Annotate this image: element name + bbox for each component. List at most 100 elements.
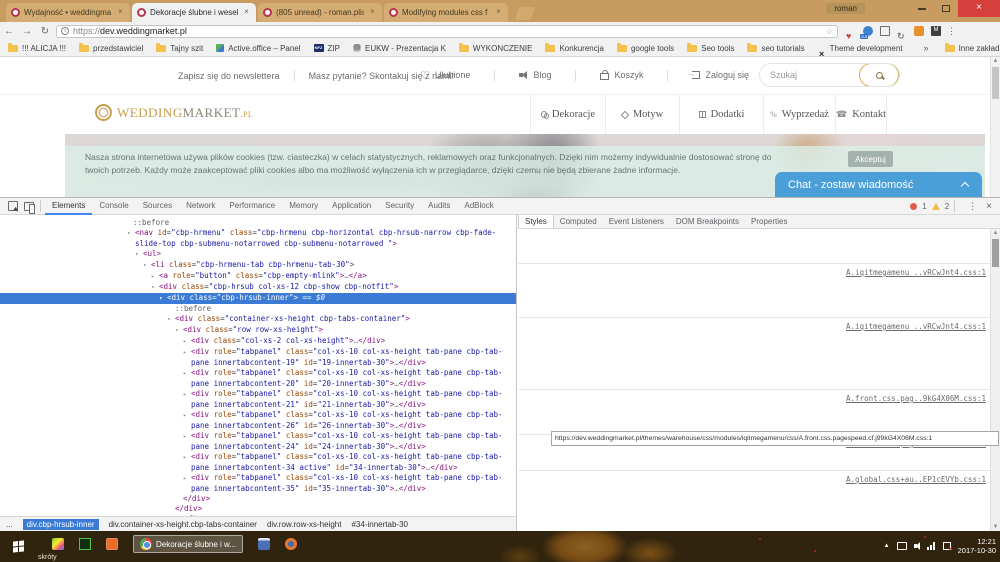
style-line[interactable]: [522, 403, 986, 412]
taskbar-clock[interactable]: 12:21 2017-10-30: [958, 537, 996, 555]
dom-tree-line[interactable]: ▸<div role="tabpanel" class="col-xs-10 c…: [0, 431, 516, 452]
action-center-flag-icon[interactable]: [943, 542, 951, 550]
cart-link[interactable]: Koszyk: [600, 70, 643, 80]
start-button[interactable]: [7, 536, 29, 557]
sidebar-tab[interactable]: Styles: [518, 215, 554, 228]
browser-tab[interactable]: Modifying modules css f: [384, 3, 508, 22]
taskbar-app[interactable]: [79, 538, 91, 550]
menu-item[interactable]: Dekoracje: [530, 95, 605, 134]
devtools-tab[interactable]: Application: [325, 198, 378, 215]
dom-tree-line[interactable]: ::before: [0, 304, 516, 314]
extension-icon[interactable]: [897, 26, 907, 36]
extension-icon[interactable]: [914, 26, 924, 36]
bookmark-item[interactable]: EUKW - Prezentacja K: [353, 44, 446, 53]
style-line[interactable]: [522, 448, 986, 457]
dom-tree-line[interactable]: ▾<ul>: [0, 249, 516, 260]
menu-item[interactable]: Dodatki: [679, 95, 763, 134]
tray-expand-icon[interactable]: ▲: [884, 543, 890, 549]
favorites-link[interactable]: Ulubione: [420, 69, 470, 82]
page-scrollbar[interactable]: ▲: [990, 57, 1000, 197]
address-bar[interactable]: https://dev.weddingmarket.pl: [56, 25, 838, 38]
style-line[interactable]: [522, 493, 986, 502]
dom-tree-line[interactable]: </div>: [0, 504, 516, 514]
bookmark-item[interactable]: Theme development: [818, 44, 903, 53]
new-tab-button[interactable]: [515, 7, 535, 20]
menu-item[interactable]: Wyprzedaż: [763, 95, 835, 134]
taskbar-toolbar-label[interactable]: skróty: [38, 554, 57, 561]
devtools-tab[interactable]: Security: [378, 198, 421, 215]
style-line[interactable]: [518, 389, 990, 390]
dom-tree-line[interactable]: ▸<div role="tabpanel" class="col-xs-10 c…: [0, 368, 516, 389]
sidebar-tab[interactable]: Computed: [554, 215, 603, 228]
style-line[interactable]: [522, 421, 986, 430]
style-line[interactable]: [522, 232, 986, 241]
browser-tab[interactable]: Dekoracje ślubne i wesel: [132, 3, 256, 22]
style-line[interactable]: [522, 295, 986, 304]
style-line[interactable]: [522, 358, 986, 367]
breadcrumb[interactable]: div.container-xs-height.cbp-tabs-contain…: [109, 520, 257, 529]
style-line[interactable]: [522, 457, 986, 466]
back-icon[interactable]: ←: [0, 26, 18, 37]
dom-tree-line[interactable]: ▾<div class="container-xs-height cbp-tab…: [0, 314, 516, 325]
sidebar-tab[interactable]: DOM Breakpoints: [670, 215, 745, 228]
taskbar-app[interactable]: Dekoracje ślubne i w...: [133, 535, 243, 553]
scrollbar-thumb[interactable]: [992, 67, 999, 99]
extension-icon[interactable]: [880, 26, 890, 36]
style-line[interactable]: A.iqitmegamenu_..vRCwJnt4.css:1: [522, 268, 986, 277]
style-line[interactable]: [522, 349, 986, 358]
dom-tree-line[interactable]: ▾<div class="cbp-hrsub col-xs-12 cbp-sho…: [0, 282, 516, 293]
devtools-tab[interactable]: Memory: [282, 198, 325, 215]
devtools-tab[interactable]: Sources: [136, 198, 179, 215]
bookmark-item[interactable]: ZIP: [314, 44, 340, 53]
dom-tree-line[interactable]: </div>: [0, 494, 516, 504]
maximize-button[interactable]: [934, 0, 958, 17]
breadcrumb[interactable]: div.row.row-xs-height: [267, 520, 342, 529]
menu-item[interactable]: Motyw: [605, 95, 679, 134]
bookmark-item[interactable]: Active.office – Panel: [216, 44, 300, 53]
login-link[interactable]: Zaloguj się: [692, 70, 749, 80]
style-line[interactable]: [518, 263, 990, 264]
bookmark-item[interactable]: Seo tools: [687, 44, 734, 53]
profile-chip[interactable]: roman: [826, 3, 865, 14]
style-line[interactable]: [522, 277, 986, 286]
bookmark-star-icon[interactable]: [826, 27, 833, 36]
chevron-up-icon[interactable]: [961, 182, 969, 190]
blog-link[interactable]: Blog: [519, 70, 551, 80]
stylesheet-link[interactable]: A.global.css+au..EP1cEVYb.css:1: [846, 475, 986, 484]
device-toolbar-icon[interactable]: [24, 202, 34, 211]
style-line[interactable]: [522, 484, 986, 493]
dom-tree-line[interactable]: ▸<div role="tabpanel" class="col-xs-10 c…: [0, 473, 516, 494]
style-line[interactable]: A.global.css+au..EP1cEVYb.css:1: [522, 475, 986, 484]
devtools-tab[interactable]: Console: [92, 198, 135, 215]
dom-tree-line[interactable]: ▸<div role="tabpanel" class="col-xs-10 c…: [0, 389, 516, 410]
browser-tab[interactable]: (805 unread) - roman.plis: [258, 3, 382, 22]
style-line[interactable]: [522, 250, 986, 259]
style-line[interactable]: [522, 376, 986, 385]
stylesheet-link[interactable]: A.iqitmegamenu_..vRCwJnt4.css:1: [846, 268, 986, 277]
style-line[interactable]: [522, 241, 986, 250]
devtools-tab[interactable]: Audits: [421, 198, 457, 215]
bookmark-item[interactable]: Konkurencja: [545, 44, 603, 53]
devtools-menu-icon[interactable]: ⋮: [968, 201, 977, 212]
devtools-close-icon[interactable]: ×: [986, 201, 992, 212]
dom-tree-line[interactable]: ▸<div role="tabpanel" class="col-xs-10 c…: [0, 347, 516, 368]
style-line[interactable]: [522, 367, 986, 376]
extension-icon[interactable]: cut: [863, 26, 873, 36]
scroll-down-icon[interactable]: ▼: [991, 523, 1000, 530]
breadcrumb[interactable]: ...: [6, 520, 13, 529]
style-line[interactable]: [522, 340, 986, 349]
style-line[interactable]: [522, 331, 986, 340]
style-line[interactable]: [518, 317, 990, 318]
warning-icon[interactable]: [932, 203, 940, 210]
minimize-button[interactable]: [910, 0, 934, 17]
scrollbar-thumb[interactable]: [992, 239, 999, 267]
menu-item[interactable]: Kontakt: [835, 95, 887, 134]
dom-tree-line[interactable]: ▸<a role="button" class="cbp-empty-mlink…: [0, 271, 516, 282]
style-line[interactable]: [522, 412, 986, 421]
dom-tree-line[interactable]: ▸<div role="tabpanel" class="col-xs-10 c…: [0, 452, 516, 473]
scroll-up-icon[interactable]: ▲: [991, 229, 1000, 236]
bookmark-item[interactable]: !!! ALICJA !!!: [8, 44, 66, 53]
extension-icon[interactable]: [846, 26, 856, 36]
site-logo[interactable]: WEDDINGMARKET.PL: [95, 104, 253, 121]
dom-tree-line[interactable]: ▾<div class="cbp-hrsub-inner"> == $0: [0, 293, 516, 304]
